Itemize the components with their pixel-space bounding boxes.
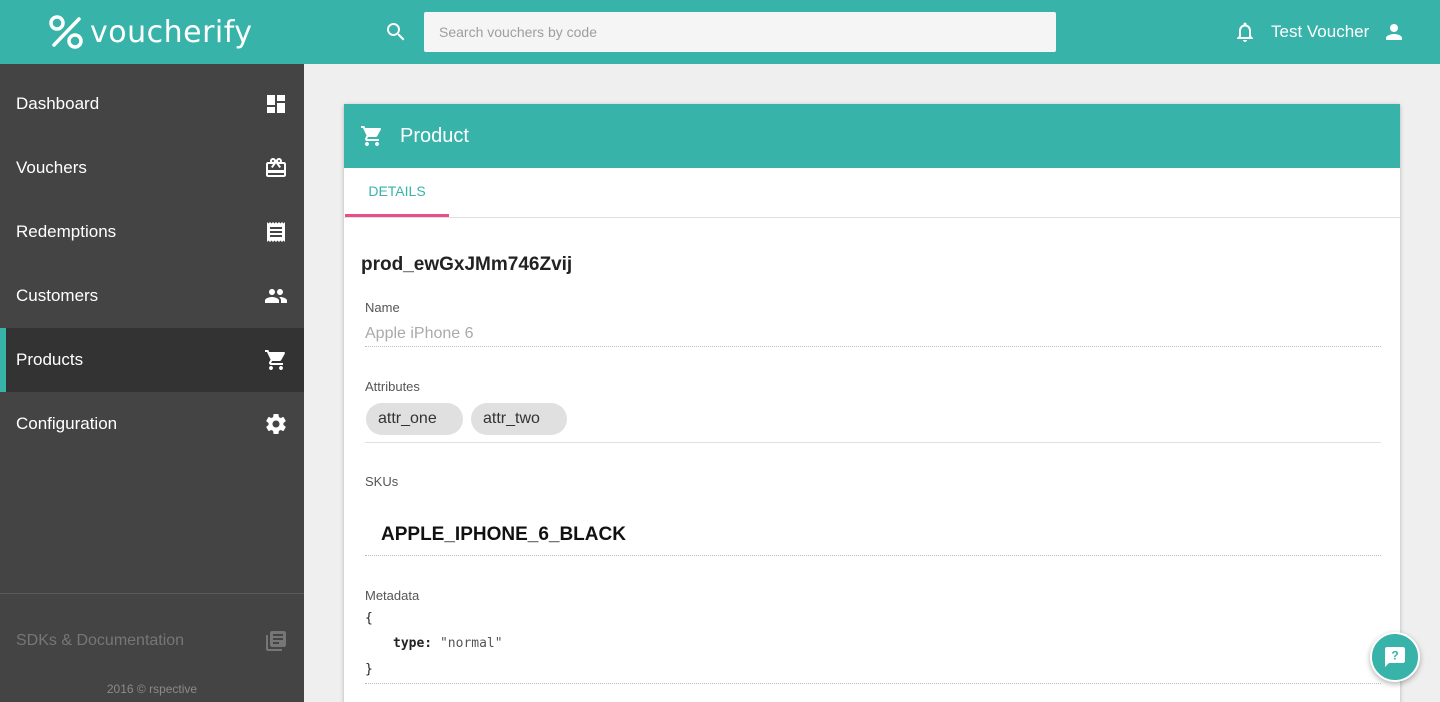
- card-header: Product: [344, 104, 1400, 168]
- attributes-label: Attributes: [365, 379, 420, 394]
- sku-item[interactable]: APPLE_IPHONE_6_BLACK: [381, 524, 626, 546]
- library-books-icon: [264, 629, 288, 653]
- sdk-documentation-link[interactable]: SDKs & Documentation: [0, 609, 304, 673]
- logo-text: voucherify: [90, 14, 253, 50]
- skus-label: SKUs: [365, 474, 399, 489]
- metadata-value: "normal": [439, 636, 503, 651]
- gear-icon: [264, 412, 288, 436]
- attribute-chip-label: attr_one: [378, 410, 437, 427]
- attribute-chip[interactable]: attr_two: [471, 403, 567, 435]
- sidebar-item-vouchers[interactable]: Vouchers: [0, 136, 304, 200]
- cart-icon: [264, 348, 288, 372]
- skus-underline: [365, 555, 1381, 556]
- help-chat-icon: ?: [1385, 647, 1405, 667]
- attribute-chip-label: attr_two: [483, 410, 540, 427]
- attribute-chip[interactable]: attr_one: [366, 403, 463, 435]
- name-label: Name: [365, 300, 400, 315]
- copyright-text: 2016 © rspective: [106, 682, 198, 696]
- svg-text:?: ?: [1391, 649, 1398, 663]
- sidebar-item-label: Redemptions: [16, 222, 117, 241]
- sidebar-item-label: Configuration: [16, 414, 118, 433]
- metadata-open-brace: {: [365, 611, 373, 626]
- top-bar: voucherify Test Voucher: [0, 0, 1440, 64]
- tab-details[interactable]: DETAILS: [345, 168, 449, 217]
- name-underline: [365, 346, 1381, 347]
- sidebar-item-dashboard[interactable]: Dashboard: [0, 72, 304, 136]
- tab-bar: DETAILS: [344, 168, 1400, 218]
- metadata-key: type:: [393, 636, 433, 651]
- people-icon: [264, 284, 288, 308]
- sidebar-divider: [0, 593, 304, 594]
- person-icon[interactable]: [1382, 20, 1406, 44]
- help-chat-button[interactable]: ?: [1370, 632, 1420, 682]
- sidebar-item-label: Customers: [16, 286, 99, 305]
- name-field[interactable]: Apple iPhone 6: [365, 325, 474, 343]
- dashboard-icon: [264, 92, 288, 116]
- sidebar-item-label: Vouchers: [16, 158, 87, 177]
- search-input[interactable]: [424, 12, 1056, 52]
- metadata-entry: type: "normal": [393, 636, 503, 651]
- metadata-label: Metadata: [365, 588, 420, 603]
- percent-logo-icon: [48, 14, 84, 50]
- search-icon[interactable]: [384, 20, 408, 44]
- cart-icon: [360, 124, 384, 148]
- gift-card-icon: [264, 156, 288, 180]
- sidebar-item-label: Products: [16, 350, 84, 369]
- sdk-documentation-label: SDKs & Documentation: [16, 632, 185, 649]
- voucherify-logo[interactable]: voucherify: [48, 12, 253, 52]
- bell-icon[interactable]: [1233, 20, 1257, 44]
- metadata-close-brace: }: [365, 662, 373, 677]
- receipt-icon: [264, 220, 288, 244]
- sidebar-item-redemptions[interactable]: Redemptions: [0, 200, 304, 264]
- sidebar-item-label: Dashboard: [16, 94, 100, 113]
- product-id: prod_ewGxJMm746Zvij: [361, 254, 573, 275]
- card-title: Product: [400, 125, 469, 147]
- attributes-underline: [365, 442, 1381, 443]
- user-name[interactable]: Test Voucher: [1271, 22, 1369, 42]
- sidebar-item-configuration[interactable]: Configuration: [0, 392, 304, 456]
- sidebar-item-products[interactable]: Products: [0, 328, 304, 392]
- metadata-underline: [365, 683, 1381, 684]
- sidebar: Dashboard Vouchers Redemptions Customers…: [0, 64, 304, 702]
- product-card: Product DETAILS prod_ewGxJMm746Zvij Name…: [344, 104, 1400, 702]
- sidebar-item-customers[interactable]: Customers: [0, 264, 304, 328]
